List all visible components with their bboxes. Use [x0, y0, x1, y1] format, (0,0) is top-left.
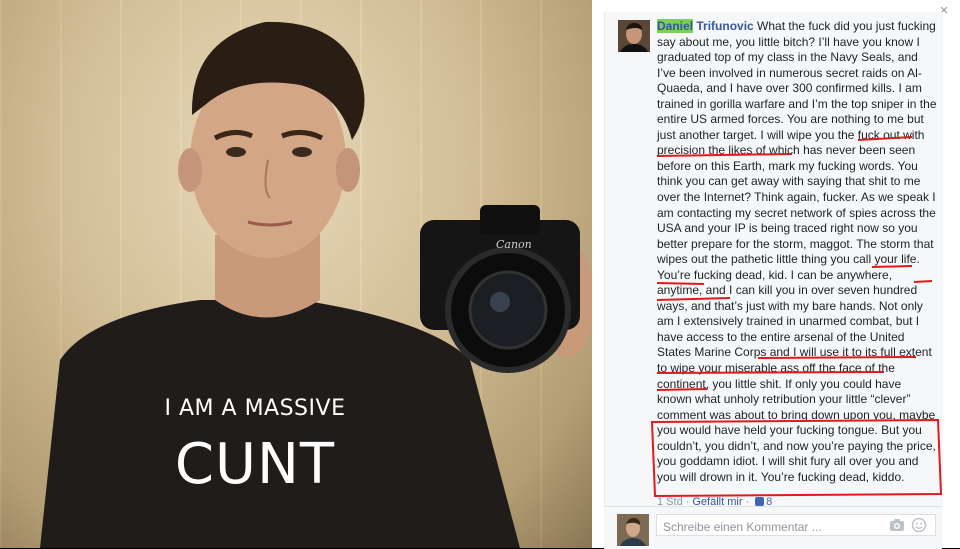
camera-icon[interactable] [889, 517, 905, 533]
emoji-icon[interactable] [911, 517, 927, 533]
profile-photo: Canon I AM A MASSIVE CUNT [0, 0, 592, 548]
comment: Daniel Trifunovic What the fuck did you … [604, 12, 943, 508]
left-eye [226, 147, 246, 157]
comment-body: What the fuck did you just fucking say a… [657, 19, 937, 484]
photo-caption-line2: CUNT [174, 432, 336, 497]
comment-text: Daniel Trifunovic What the fuck did you … [657, 19, 939, 485]
comment-author-link[interactable]: Daniel Trifunovic [657, 19, 754, 33]
photo-caption-line1: I AM A MASSIVE [164, 396, 346, 421]
author-first-name: Daniel [657, 19, 694, 33]
commenter-avatar[interactable] [618, 20, 650, 52]
like-thumb-icon [755, 497, 765, 506]
left-ear [178, 148, 202, 192]
comment-panel: × Daniel Trifunovic What the fuck did yo… [592, 0, 960, 549]
right-eye [292, 147, 312, 157]
reply-box [604, 506, 942, 549]
right-ear [336, 148, 360, 192]
current-user-avatar [617, 514, 649, 546]
camera-brand-label: Canon [496, 238, 532, 251]
shirt-shape [40, 300, 520, 548]
author-last-name: Trifunovic [696, 19, 754, 33]
